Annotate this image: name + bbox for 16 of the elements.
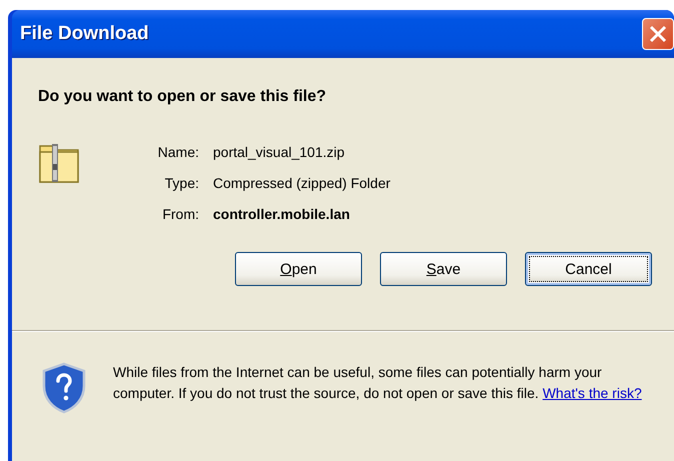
window-title: File Download — [20, 23, 150, 45]
field-value: Compressed (zipped) Folder — [213, 175, 390, 191]
dialog-button[interactable]: Cancel — [525, 252, 652, 286]
warning-text: While files from the Internet can be useful, some files can potentially harm your computer. If you do not trust the source, do not open or save this file. What's the risk? — [113, 363, 643, 403]
field-label: From: — [161, 206, 199, 222]
close-icon — [648, 24, 668, 44]
question-text: Do you want to open or save this file? — [38, 88, 328, 106]
risk-link[interactable]: What's the risk? — [542, 385, 642, 401]
field-label: Type: — [164, 175, 199, 191]
close-button[interactable] — [642, 18, 674, 50]
field-value: portal_visual_101.zip — [213, 144, 346, 160]
dialog-button[interactable]: Open — [235, 252, 362, 286]
field-label: Name: — [156, 144, 199, 160]
shield-question-icon — [42, 362, 86, 414]
dialog-button[interactable]: Save — [380, 252, 507, 286]
field-value: controller.mobile.lan — [213, 206, 351, 222]
